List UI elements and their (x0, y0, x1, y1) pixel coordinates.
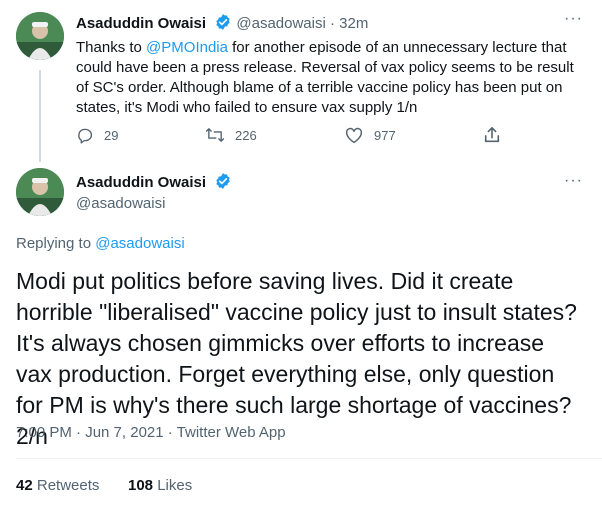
author-handle[interactable]: @asadowaisi (236, 15, 325, 32)
reply-count: 29 (104, 127, 119, 143)
likes-count: 108 (128, 477, 154, 494)
heart-icon (345, 127, 363, 144)
replying-to: Replying to @asadowaisi (16, 235, 185, 252)
retweet-icon (205, 128, 225, 142)
like-button[interactable]: 977 (344, 126, 396, 144)
like-count: 977 (374, 127, 396, 143)
author-handle[interactable]: @asadowaisi (76, 195, 165, 212)
reply-icon (78, 128, 93, 144)
retweets-count: 42 (16, 477, 33, 494)
likes-stat[interactable]: 108 Likes (128, 477, 192, 494)
retweet-count: 226 (235, 127, 257, 143)
likes-label: Likes (157, 477, 193, 494)
more-options-icon[interactable]: ··· (564, 10, 583, 28)
separator: · (329, 15, 335, 32)
author-name[interactable]: Asaduddin Owaisi (76, 174, 206, 191)
avatar[interactable] (16, 168, 64, 216)
divider (16, 458, 602, 459)
verified-badge-icon (214, 13, 232, 35)
share-icon (484, 126, 500, 143)
tweet-text-part: Thanks to (76, 39, 147, 56)
more-options-icon[interactable]: ··· (564, 172, 583, 190)
replying-to-link[interactable]: @asadowaisi (95, 235, 184, 252)
thread-line (39, 70, 41, 162)
avatar[interactable] (16, 12, 64, 60)
retweets-stat[interactable]: 42 Retweets (16, 477, 99, 494)
share-button[interactable] (483, 125, 511, 145)
tweet-text: Thanks to @PMOIndia for another episode … (76, 38, 586, 118)
replying-to-label: Replying to (16, 235, 96, 252)
reply-button[interactable]: 29 (76, 126, 118, 144)
author-name[interactable]: Asaduddin Owaisi (76, 15, 206, 32)
timestamp[interactable]: 32m (339, 15, 368, 32)
retweets-label: Retweets (36, 477, 100, 494)
tweet-meta[interactable]: 7:00 PM · Jun 7, 2021 · Twitter Web App (16, 424, 286, 441)
mention-link[interactable]: @PMOIndia (146, 39, 228, 56)
verified-badge-icon (214, 172, 232, 195)
retweet-button[interactable]: 226 (205, 126, 257, 144)
